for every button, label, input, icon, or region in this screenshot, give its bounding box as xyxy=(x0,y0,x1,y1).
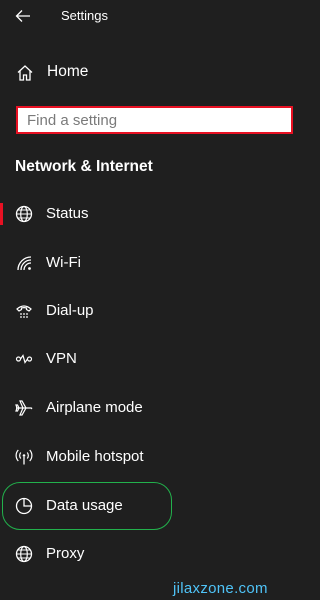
title-bar: Settings xyxy=(0,0,289,34)
watermark-text: jilaxzone.com xyxy=(173,580,268,597)
nav-item-label: Airplane mode xyxy=(46,399,143,416)
home-icon xyxy=(16,64,34,82)
nav-item-label: Wi-Fi xyxy=(46,254,81,271)
vpn-icon xyxy=(14,349,34,369)
annotation-highlight-circle xyxy=(2,482,172,530)
nav-item-status[interactable]: Status xyxy=(0,199,289,229)
nav-item-mobile-hotspot[interactable]: Mobile hotspot xyxy=(0,442,289,472)
nav-item-airplane-mode[interactable]: Airplane mode xyxy=(0,393,289,423)
selected-indicator xyxy=(0,203,3,225)
window-title: Settings xyxy=(61,8,108,23)
search-input[interactable] xyxy=(18,108,291,132)
wifi-icon xyxy=(14,253,34,273)
nav-item-label: Mobile hotspot xyxy=(46,448,144,465)
nav-item-proxy[interactable]: Proxy xyxy=(0,539,289,569)
nav-item-label: VPN xyxy=(46,350,77,367)
home-nav-item[interactable]: Home xyxy=(0,60,289,88)
globe-icon xyxy=(14,544,34,564)
nav-item-wifi[interactable]: Wi-Fi xyxy=(0,248,289,278)
airplane-icon xyxy=(14,398,34,418)
back-arrow-icon[interactable] xyxy=(14,8,32,24)
nav-item-label: Dial-up xyxy=(46,302,94,319)
nav-item-label: Status xyxy=(46,205,89,222)
hotspot-icon xyxy=(14,447,34,467)
nav-item-dialup[interactable]: Dial-up xyxy=(0,296,289,326)
dialup-icon xyxy=(14,301,34,321)
section-title: Network & Internet xyxy=(15,158,153,175)
nav-item-label: Proxy xyxy=(46,545,85,562)
search-box[interactable] xyxy=(16,106,293,134)
nav-item-vpn[interactable]: VPN xyxy=(0,344,289,374)
home-label: Home xyxy=(47,63,89,80)
globe-icon xyxy=(14,204,34,224)
